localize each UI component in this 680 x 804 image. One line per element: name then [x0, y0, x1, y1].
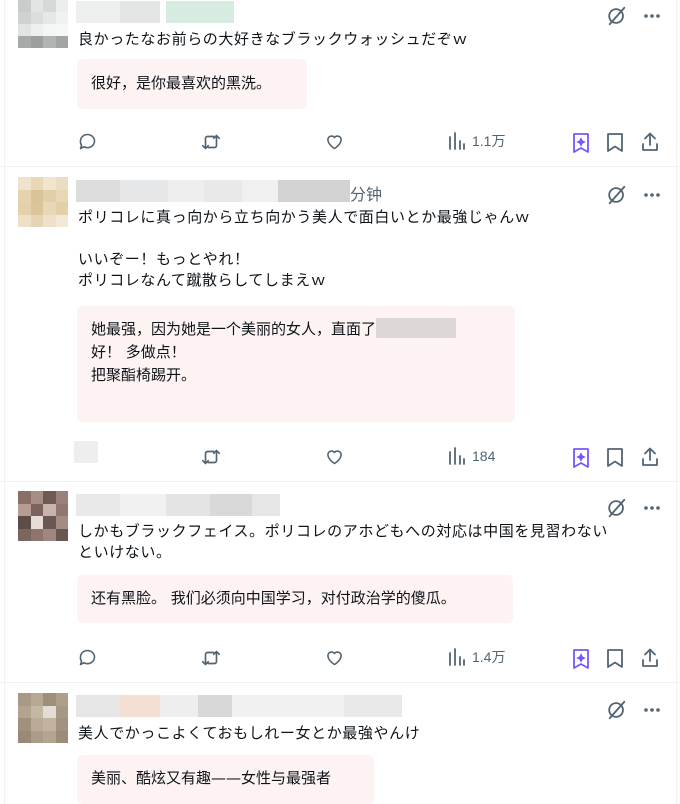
share-button[interactable] [640, 131, 660, 152]
views-count: 184 [472, 448, 496, 464]
reply-icon [77, 131, 98, 152]
tweet-2[interactable]: 分钟 ポリコレに真っ向から立ち向かう美人で面白いとか最強じゃんｗ いいぞー！もっ… [0, 167, 680, 481]
retweet-button[interactable] [200, 446, 222, 468]
bookmark-button[interactable] [606, 132, 624, 153]
redacted-text [376, 318, 457, 338]
analytics-icon [448, 131, 466, 151]
reply-button[interactable] [77, 647, 98, 668]
author-name-redacted[interactable] [76, 494, 280, 516]
views-button[interactable]: 184 [448, 446, 495, 466]
author-name-redacted[interactable] [76, 695, 402, 717]
retweet-icon [200, 131, 222, 153]
grok-icon[interactable] [606, 497, 628, 519]
heart-icon [324, 647, 345, 668]
heart-icon [324, 446, 345, 467]
like-button[interactable] [324, 131, 345, 152]
more-options-icon[interactable] [642, 6, 662, 26]
ai-bookmark-button[interactable] [571, 648, 591, 670]
grok-icon[interactable] [606, 699, 628, 721]
bookmark-icon [606, 447, 624, 468]
tweet-timestamp[interactable]: 分钟 [350, 181, 382, 205]
translation-box: 她最强，因为她是一个美丽的女人，直面了 好！ 多做点！ 把聚酯椅踢开。 [77, 306, 515, 422]
author-name-redacted[interactable] [76, 1, 234, 23]
avatar[interactable] [18, 0, 68, 48]
views-button[interactable]: 1.4万 [448, 647, 505, 667]
more-options-icon[interactable] [642, 498, 662, 518]
analytics-icon [448, 647, 466, 667]
analytics-icon [448, 446, 466, 466]
tweet-3[interactable]: しかもブラックフェイス。ポリコレのアホどもへの対応は中国を見習わない といけない… [0, 482, 680, 682]
translation-line: 好！ 多做点！ 把聚酯椅踢开。 [91, 343, 197, 384]
translation-box: 还有黑脸。 我们必须向中国学习，对付政治学的傻瓜。 [77, 575, 513, 623]
grok-icon[interactable] [606, 184, 628, 206]
retweet-button[interactable] [200, 647, 222, 669]
translation-line: 她最强，因为她是一个美丽的女人，直面了 [91, 320, 377, 338]
reply-button[interactable] [77, 131, 98, 152]
tweet-text: 美人でかっこよくておもしれー女とか最強やんけ [78, 724, 421, 742]
bookmark-button[interactable] [606, 447, 624, 468]
heart-icon [324, 131, 345, 152]
tweet-text: 良かったなお前らの大好きなブラックウォッシュだぞｗ [78, 30, 469, 48]
more-options-icon[interactable] [642, 185, 662, 205]
translation-box: 美丽、酷炫又有趣——女性与最强者 [77, 755, 374, 804]
author-name-redacted[interactable] [76, 180, 350, 202]
ai-bookmark-button[interactable] [571, 132, 591, 154]
avatar[interactable] [18, 693, 68, 743]
views-count: 1.1万 [472, 133, 506, 149]
share-icon [640, 131, 660, 152]
avatar[interactable] [18, 177, 68, 227]
ai-bookmark-button[interactable] [571, 447, 591, 469]
like-button[interactable] [324, 647, 345, 668]
grok-icon[interactable] [606, 5, 628, 27]
views-count: 1.4万 [472, 649, 506, 665]
translation-box: 很好，是你最喜欢的黑洗。 [77, 59, 307, 109]
sparkle-bookmark-icon [571, 447, 591, 469]
retweet-icon [200, 446, 222, 468]
reply-icon [77, 647, 98, 668]
reply-avatar-redacted [74, 441, 98, 463]
share-icon [640, 647, 660, 668]
tweet-1[interactable]: 良かったなお前らの大好きなブラックウォッシュだぞｗ 很好，是你最喜欢的黑洗。 1… [0, 0, 680, 166]
share-button[interactable] [640, 647, 660, 668]
share-button[interactable] [640, 446, 660, 467]
bookmark-icon [606, 648, 624, 669]
retweet-button[interactable] [200, 131, 222, 153]
bookmark-button[interactable] [606, 648, 624, 669]
views-button[interactable]: 1.1万 [448, 131, 505, 151]
retweet-icon [200, 647, 222, 669]
tweet-text: しかもブラックフェイス。ポリコレのアホどもへの対応は中国を見習わない といけない… [78, 522, 608, 561]
avatar[interactable] [18, 491, 68, 541]
more-options-icon[interactable] [642, 700, 662, 720]
sparkle-bookmark-icon [571, 648, 591, 670]
like-button[interactable] [324, 446, 345, 467]
bookmark-icon [606, 132, 624, 153]
sparkle-bookmark-icon [571, 132, 591, 154]
share-icon [640, 446, 660, 467]
tweet-text: ポリコレに真っ向から立ち向かう美人で面白いとか最強じゃんｗ いいぞー！もっとやれ… [78, 208, 531, 289]
tweet-4[interactable]: 美人でかっこよくておもしれー女とか最強やんけ 美丽、酷炫又有趣——女性与最强者 [0, 683, 680, 804]
